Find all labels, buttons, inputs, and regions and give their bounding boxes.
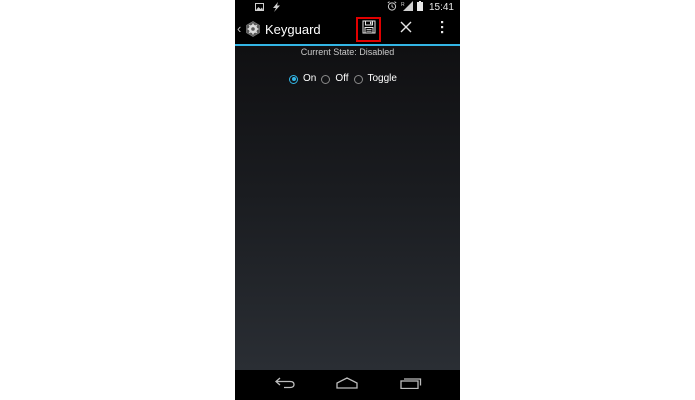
image-icon [255,3,264,14]
current-state-label: Current State: Disabled [300,47,395,57]
back-button[interactable] [273,377,297,393]
svg-text:R: R [401,2,405,8]
up-navigation-caret-icon[interactable]: ‹ [237,22,241,35]
alarm-icon [387,1,397,14]
radio-on-label: On [303,73,317,84]
bolt-icon [272,2,281,15]
home-button[interactable] [335,377,359,393]
back-icon [274,376,296,394]
status-bar: R 15:41 [235,0,460,15]
status-time: 15:41 [428,2,454,13]
close-icon [400,20,412,38]
overflow-menu-button[interactable] [438,20,446,39]
navigation-bar [235,370,460,400]
close-button[interactable] [398,21,414,37]
radio-on[interactable]: On [289,73,316,85]
overflow-menu-icon [440,20,444,39]
save-icon [362,20,376,39]
phone-screen: R 15:41 ‹ Keyguard Current State: Disabl… [235,0,460,400]
radio-on-indicator[interactable] [289,74,298,84]
save-button[interactable] [356,17,381,42]
keyguard-radio-group: On Off Toggle [289,73,402,85]
radio-off-indicator[interactable] [321,74,331,84]
app-title: Keyguard [265,22,321,37]
app-gear-icon[interactable] [245,21,261,37]
radio-toggle[interactable]: Toggle [353,73,397,85]
recents-button[interactable] [399,377,423,393]
signal-icon: R [401,1,413,14]
main-content: Current State: Disabled On Off Toggle [235,46,460,370]
radio-off-label: Off [335,73,349,84]
radio-toggle-label: Toggle [367,73,397,84]
radio-toggle-indicator[interactable] [353,74,363,84]
home-icon [336,376,358,394]
recents-icon [400,376,422,394]
battery-icon [416,1,423,14]
action-bar: ‹ Keyguard [235,15,460,46]
radio-off[interactable]: Off [321,73,349,85]
